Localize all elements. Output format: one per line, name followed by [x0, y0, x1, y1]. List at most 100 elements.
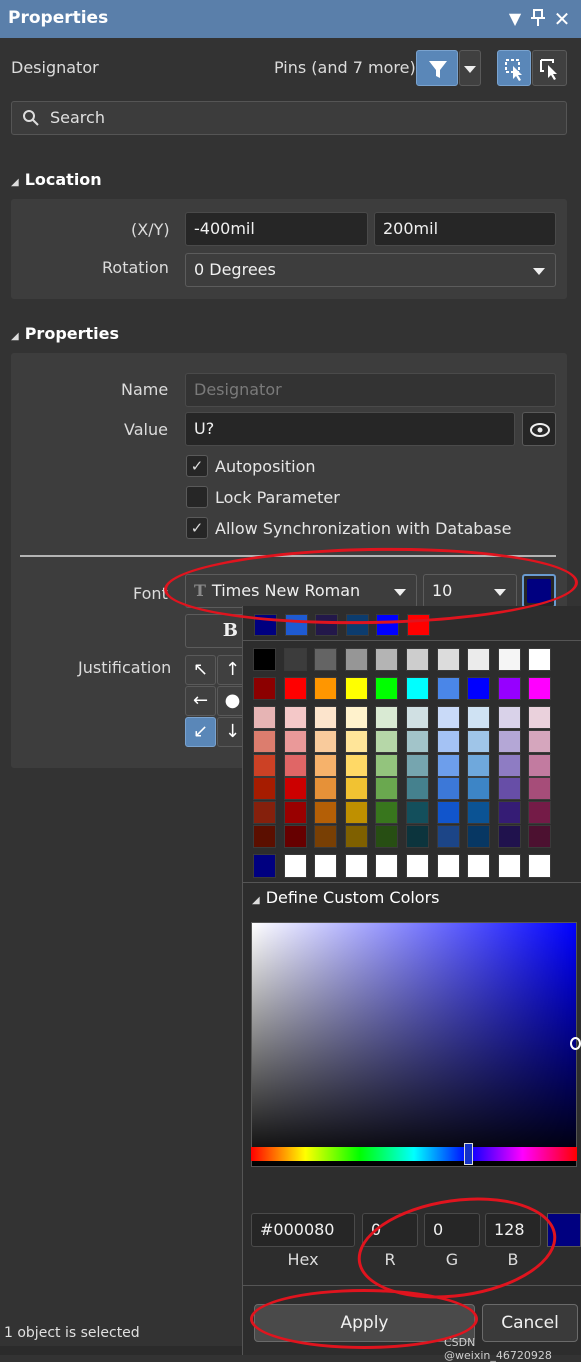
palette-color-swatch[interactable]: [528, 677, 552, 700]
rotation-select[interactable]: 0 Degrees: [185, 253, 556, 287]
palette-color-swatch[interactable]: [528, 706, 552, 729]
palette-color-swatch[interactable]: [283, 677, 307, 700]
palette-color-swatch[interactable]: [436, 706, 460, 729]
palette-color-swatch[interactable]: [283, 648, 307, 671]
palette-color-swatch[interactable]: [497, 753, 521, 777]
palette-color-swatch[interactable]: [436, 729, 460, 753]
pin-icon[interactable]: [528, 9, 548, 29]
palette-color-swatch[interactable]: [314, 753, 338, 777]
justify-bottom-left-arrow-icon[interactable]: ↙: [185, 717, 216, 747]
name-field[interactable]: Designator: [185, 373, 556, 407]
palette-color-swatch[interactable]: [344, 648, 368, 671]
autoposition-checkbox[interactable]: ✓: [186, 455, 208, 477]
palette-color-swatch[interactable]: [467, 677, 491, 700]
palette-color-swatch[interactable]: [283, 801, 307, 825]
custom-color-swatch[interactable]: [283, 854, 307, 878]
palette-color-swatch[interactable]: [253, 801, 276, 825]
palette-color-swatch[interactable]: [283, 825, 307, 848]
properties-section-header[interactable]: ◢ Properties: [11, 324, 119, 343]
palette-color-swatch[interactable]: [497, 825, 521, 848]
palette-color-swatch[interactable]: [314, 777, 338, 801]
custom-color-swatch[interactable]: [344, 854, 368, 878]
palette-color-swatch[interactable]: [436, 825, 460, 848]
custom-color-swatch[interactable]: [436, 854, 460, 878]
dropdown-icon[interactable]: ▼: [505, 9, 525, 29]
palette-color-swatch[interactable]: [528, 777, 552, 801]
palette-color-swatch[interactable]: [406, 801, 429, 825]
value-field[interactable]: U?: [185, 412, 515, 446]
palette-color-swatch[interactable]: [467, 825, 491, 848]
pick-button[interactable]: [532, 50, 567, 86]
palette-color-swatch[interactable]: [406, 706, 429, 729]
hue-slider[interactable]: [251, 1147, 577, 1161]
palette-color-swatch[interactable]: [253, 706, 276, 729]
palette-color-swatch[interactable]: [406, 777, 429, 801]
palette-color-swatch[interactable]: [314, 729, 338, 753]
palette-color-swatch[interactable]: [375, 729, 399, 753]
palette-color-swatch[interactable]: [467, 753, 491, 777]
palette-color-swatch[interactable]: [344, 825, 368, 848]
palette-color-swatch[interactable]: [436, 648, 460, 671]
palette-color-swatch[interactable]: [375, 677, 399, 700]
palette-color-swatch[interactable]: [436, 677, 460, 700]
palette-color-swatch[interactable]: [528, 729, 552, 753]
custom-color-swatch[interactable]: [375, 854, 399, 878]
palette-color-swatch[interactable]: [406, 677, 429, 700]
search-input[interactable]: Search: [11, 101, 567, 135]
palette-color-swatch[interactable]: [375, 777, 399, 801]
custom-color-swatch[interactable]: [467, 854, 491, 878]
palette-color-swatch[interactable]: [283, 706, 307, 729]
palette-color-swatch[interactable]: [406, 729, 429, 753]
close-icon[interactable]: ✕: [552, 9, 572, 29]
justify-left-arrow-icon[interactable]: ←: [185, 686, 216, 716]
saturation-picker-handle[interactable]: [570, 1037, 581, 1050]
palette-color-swatch[interactable]: [314, 706, 338, 729]
palette-color-swatch[interactable]: [253, 777, 276, 801]
palette-color-swatch[interactable]: [344, 777, 368, 801]
visibility-toggle-button[interactable]: [522, 412, 556, 446]
palette-color-swatch[interactable]: [497, 677, 521, 700]
filter-button[interactable]: [416, 50, 458, 86]
hue-slider-handle[interactable]: [463, 1143, 473, 1165]
y-field[interactable]: 200mil: [374, 212, 556, 246]
palette-color-swatch[interactable]: [283, 729, 307, 753]
palette-color-swatch[interactable]: [436, 801, 460, 825]
palette-color-swatch[interactable]: [344, 677, 368, 700]
justify-top-left-arrow-icon[interactable]: ↖: [185, 655, 216, 685]
palette-color-swatch[interactable]: [344, 753, 368, 777]
custom-color-swatch[interactable]: [497, 854, 521, 878]
palette-color-swatch[interactable]: [283, 777, 307, 801]
palette-color-swatch[interactable]: [406, 825, 429, 848]
custom-color-swatch[interactable]: [314, 854, 338, 878]
palette-color-swatch[interactable]: [375, 825, 399, 848]
lock-parameter-checkbox[interactable]: [186, 486, 208, 508]
x-field[interactable]: -400mil: [185, 212, 368, 246]
palette-color-swatch[interactable]: [497, 801, 521, 825]
palette-color-swatch[interactable]: [375, 706, 399, 729]
palette-color-swatch[interactable]: [253, 648, 276, 671]
palette-color-swatch[interactable]: [375, 753, 399, 777]
saturation-value-area[interactable]: [251, 922, 577, 1167]
hex-field[interactable]: #000080: [251, 1213, 355, 1247]
palette-color-swatch[interactable]: [314, 825, 338, 848]
palette-color-swatch[interactable]: [253, 677, 276, 700]
palette-color-swatch[interactable]: [253, 753, 276, 777]
custom-color-swatch[interactable]: [528, 854, 552, 878]
palette-color-swatch[interactable]: [528, 801, 552, 825]
palette-color-swatch[interactable]: [528, 648, 552, 671]
select-mode-button[interactable]: [497, 50, 531, 86]
palette-color-swatch[interactable]: [253, 825, 276, 848]
palette-color-swatch[interactable]: [314, 648, 338, 671]
palette-color-swatch[interactable]: [375, 648, 399, 671]
filter-dropdown-button[interactable]: [459, 50, 481, 86]
palette-color-swatch[interactable]: [314, 801, 338, 825]
location-section-header[interactable]: ◢ Location: [11, 170, 102, 189]
palette-color-swatch[interactable]: [467, 648, 491, 671]
palette-color-swatch[interactable]: [253, 729, 276, 753]
palette-color-swatch[interactable]: [497, 706, 521, 729]
palette-color-swatch[interactable]: [467, 777, 491, 801]
custom-color-swatch[interactable]: [253, 854, 276, 878]
palette-color-swatch[interactable]: [497, 729, 521, 753]
palette-color-swatch[interactable]: [467, 706, 491, 729]
palette-color-swatch[interactable]: [283, 753, 307, 777]
